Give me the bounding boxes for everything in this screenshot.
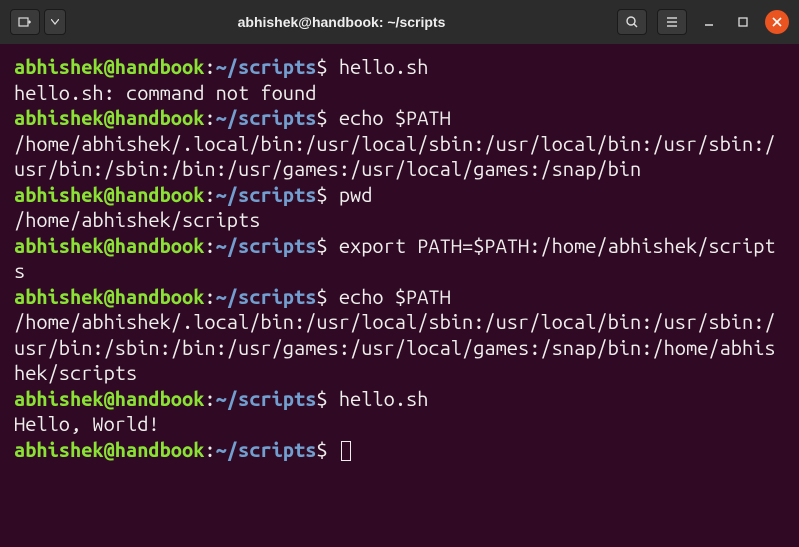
prompt-dollar: $: [316, 387, 338, 410]
command-text: hello.sh: [339, 387, 429, 410]
chevron-down-icon: [51, 19, 59, 25]
prompt-dollar: $: [316, 106, 338, 129]
search-icon: [625, 15, 639, 29]
minimize-icon: [703, 16, 715, 28]
output-text: Hello, World!: [14, 412, 160, 435]
terminal-window: abhishek@handbook: ~/scripts: [0, 0, 799, 547]
prompt-colon: :: [204, 55, 215, 78]
terminal-line: abhishek@handbook:~/scripts$ echo $PATH: [14, 105, 785, 131]
prompt-path: ~/scripts: [216, 106, 317, 129]
close-button[interactable]: [765, 10, 789, 34]
cursor: [341, 441, 351, 461]
minimize-button[interactable]: [697, 10, 721, 34]
prompt-path: ~/scripts: [216, 438, 317, 461]
command-text: echo $PATH: [339, 106, 451, 129]
titlebar: abhishek@handbook: ~/scripts: [0, 0, 799, 44]
maximize-button[interactable]: [731, 10, 755, 34]
terminal-line: abhishek@handbook:~/scripts$ export PATH…: [14, 233, 785, 284]
new-tab-button[interactable]: [10, 9, 40, 35]
terminal-line: Hello, World!: [14, 411, 785, 437]
hamburger-menu-button[interactable]: [657, 9, 687, 35]
prompt-colon: :: [204, 106, 215, 129]
prompt-user: abhishek@handbook: [14, 438, 204, 461]
prompt-user: abhishek@handbook: [14, 183, 204, 206]
terminal-line: /home/abhishek/scripts: [14, 207, 785, 233]
hamburger-icon: [665, 15, 679, 29]
prompt-path: ~/scripts: [216, 387, 317, 410]
prompt-colon: :: [204, 387, 215, 410]
prompt-user: abhishek@handbook: [14, 387, 204, 410]
prompt-dollar: $: [316, 285, 338, 308]
prompt-user: abhishek@handbook: [14, 234, 204, 257]
terminal-line: /home/abhishek/.local/bin:/usr/local/sbi…: [14, 309, 785, 386]
command-text: echo $PATH: [339, 285, 451, 308]
search-button[interactable]: [617, 9, 647, 35]
terminal-line: abhishek@handbook:~/scripts$ hello.sh: [14, 54, 785, 80]
window-title: abhishek@handbook: ~/scripts: [72, 14, 611, 30]
prompt-path: ~/scripts: [216, 234, 317, 257]
prompt-colon: :: [204, 234, 215, 257]
titlebar-right: [617, 9, 789, 35]
prompt-colon: :: [204, 285, 215, 308]
terminal-line: abhishek@handbook:~/scripts$ pwd: [14, 182, 785, 208]
prompt-path: ~/scripts: [216, 285, 317, 308]
prompt-dollar: $: [316, 438, 338, 461]
terminal-line: hello.sh: command not found: [14, 80, 785, 106]
titlebar-left: [10, 9, 66, 35]
terminal-body[interactable]: abhishek@handbook:~/scripts$ hello.shhel…: [0, 44, 799, 547]
prompt-dollar: $: [316, 55, 338, 78]
output-text: /home/abhishek/.local/bin:/usr/local/sbi…: [14, 132, 776, 181]
output-text: /home/abhishek/scripts: [14, 208, 260, 231]
output-text: /home/abhishek/.local/bin:/usr/local/sbi…: [14, 310, 776, 384]
prompt-path: ~/scripts: [216, 183, 317, 206]
prompt-user: abhishek@handbook: [14, 55, 204, 78]
prompt-user: abhishek@handbook: [14, 285, 204, 308]
prompt-colon: :: [204, 183, 215, 206]
terminal-line: abhishek@handbook:~/scripts$ echo $PATH: [14, 284, 785, 310]
terminal-line: abhishek@handbook:~/scripts$: [14, 437, 785, 463]
menu-dropdown-button[interactable]: [44, 9, 66, 35]
new-tab-icon: [18, 15, 32, 29]
command-text: hello.sh: [339, 55, 429, 78]
prompt-dollar: $: [316, 183, 338, 206]
terminal-line: abhishek@handbook:~/scripts$ hello.sh: [14, 386, 785, 412]
prompt-path: ~/scripts: [216, 55, 317, 78]
maximize-icon: [737, 16, 749, 28]
output-text: hello.sh: command not found: [14, 81, 316, 104]
prompt-dollar: $: [316, 234, 338, 257]
prompt-user: abhishek@handbook: [14, 106, 204, 129]
command-text: pwd: [339, 183, 373, 206]
close-icon: [771, 16, 783, 28]
terminal-line: /home/abhishek/.local/bin:/usr/local/sbi…: [14, 131, 785, 182]
prompt-colon: :: [204, 438, 215, 461]
